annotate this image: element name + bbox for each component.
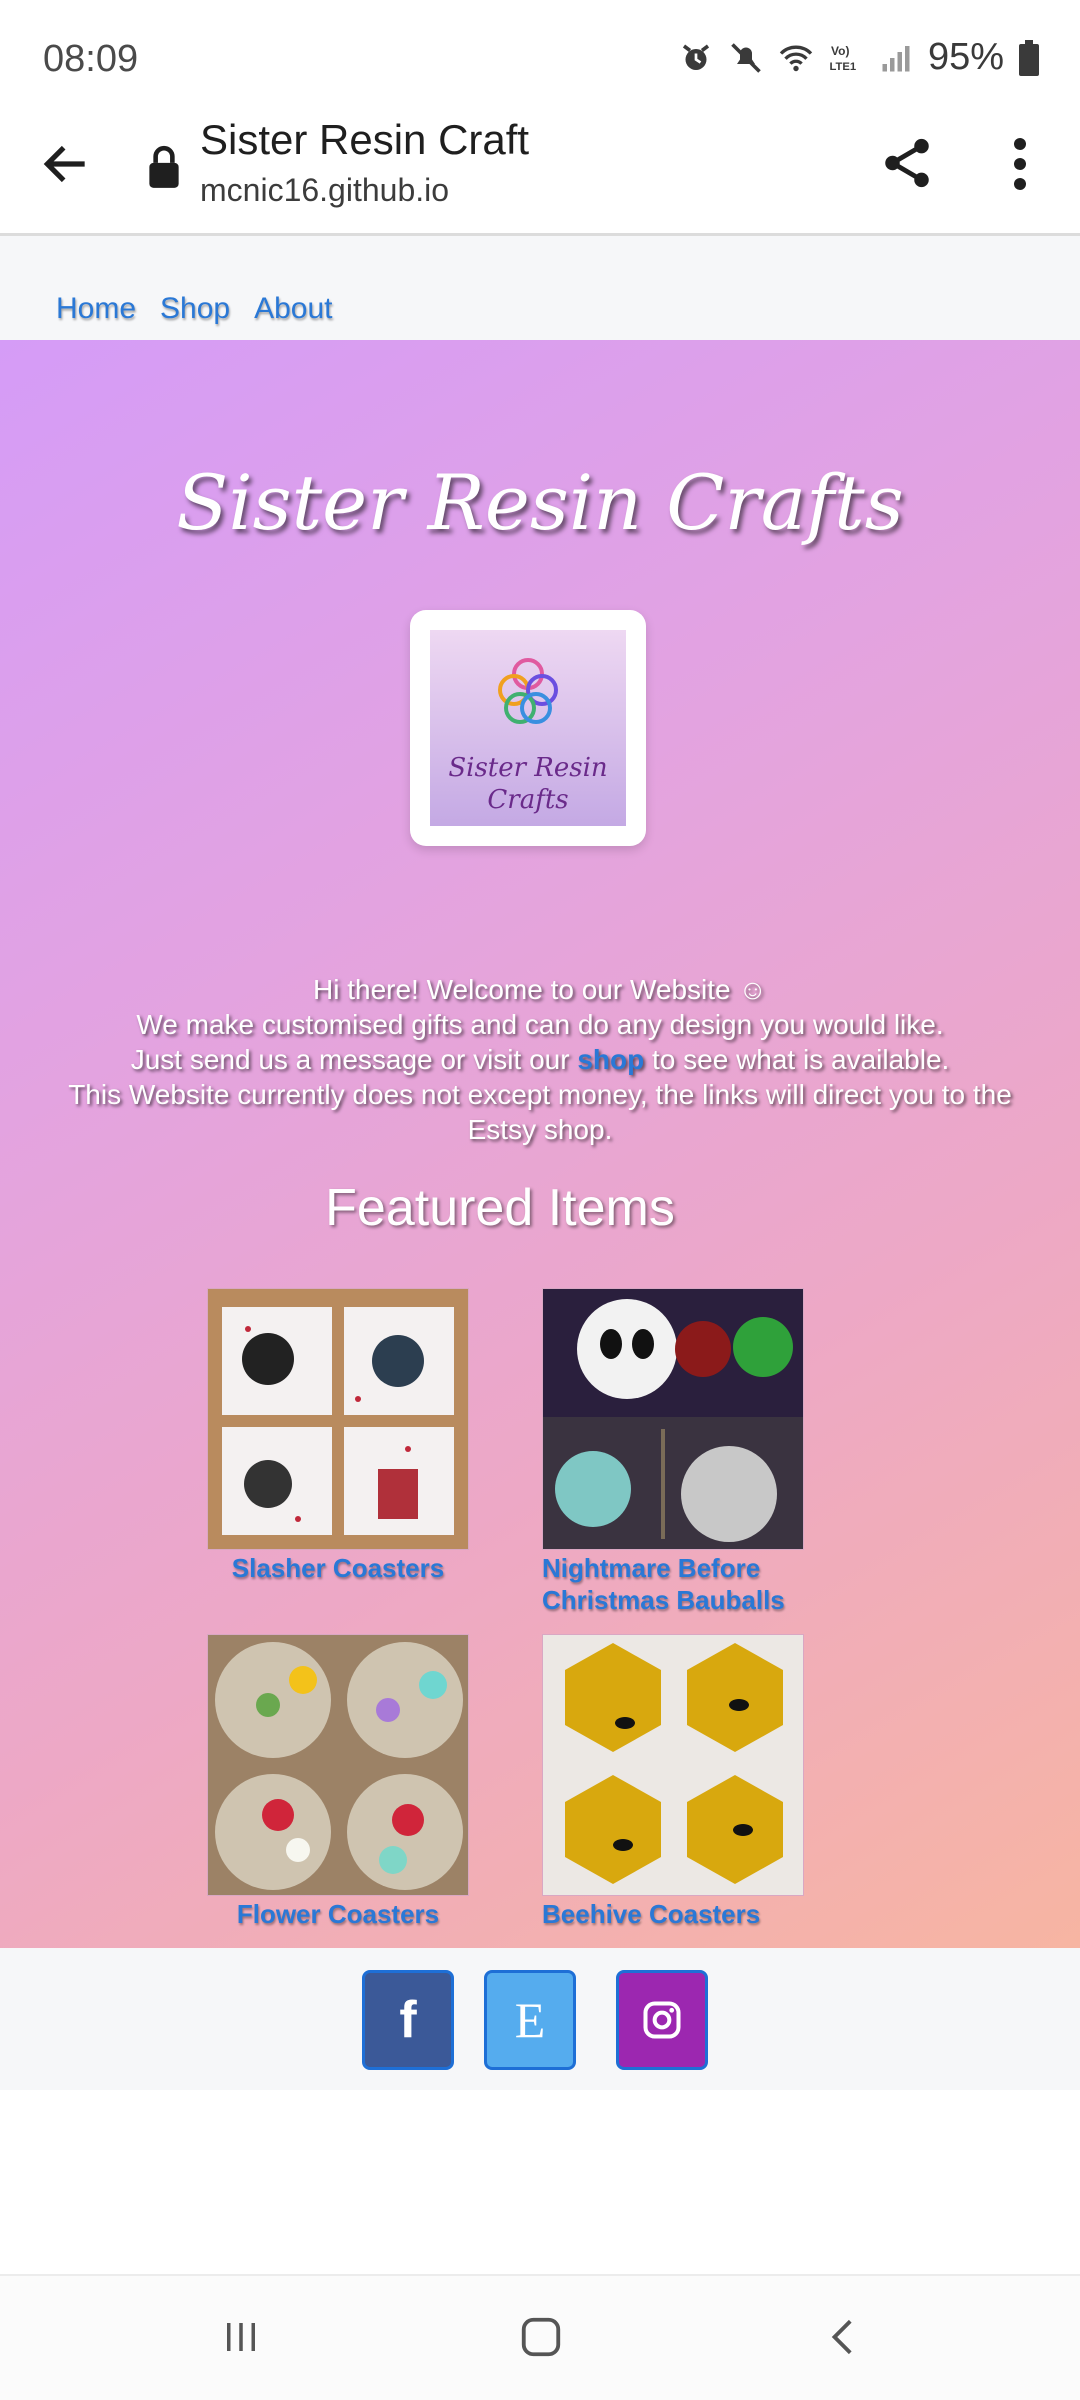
logo-text-line: Sister Resin <box>448 753 608 783</box>
welcome-line: We make customised gifts and can do any … <box>136 1009 944 1040</box>
welcome-note: This Website currently does not except m… <box>68 1079 1012 1145</box>
facebook-button[interactable]: f <box>362 1970 454 2070</box>
status-time: 08:09 <box>43 38 139 80</box>
featured-item[interactable]: Beehive Coasters <box>542 1634 804 1930</box>
system-nav-bar <box>0 2274 1080 2400</box>
nav-links: Home Shop About <box>56 292 333 326</box>
item-label[interactable]: Beehive Coasters <box>542 1898 804 1930</box>
slasher-coasters-image[interactable] <box>207 1288 469 1550</box>
item-label[interactable]: Slasher Coasters <box>207 1552 469 1584</box>
back-arrow-icon[interactable] <box>38 136 94 192</box>
svg-text:Vo): Vo) <box>831 44 849 58</box>
featured-item[interactable]: Nightmare Before Christmas Bauballs <box>542 1288 804 1616</box>
logo-image: Sister Resin Crafts <box>430 630 626 826</box>
volte-icon: Vo) LTE1 <box>829 44 856 73</box>
status-bar: 08:09 Vo) LTE1 95% <box>0 0 1080 110</box>
welcome-suffix: to see what is available. <box>652 1044 950 1075</box>
site-navbar: Home Shop About <box>0 236 1080 340</box>
welcome-line-shop: Just send us a message or visit our shop… <box>40 1042 1040 1077</box>
nightmare-baubles-image[interactable] <box>542 1288 804 1550</box>
shop-link[interactable]: shop <box>577 1044 644 1075</box>
battery-percent: 95% <box>927 36 1004 78</box>
more-options-icon[interactable] <box>1002 134 1038 194</box>
featured-heading: Featured Items <box>325 1179 675 1237</box>
home-icon[interactable] <box>518 2314 564 2360</box>
welcome-prefix: Just send us a message or visit our <box>130 1044 570 1075</box>
etsy-icon: E <box>514 1992 546 2048</box>
share-icon[interactable] <box>878 132 936 194</box>
browser-toolbar: Sister Resin Craft mcnic16.github.io <box>0 110 1080 236</box>
battery-icon <box>1019 39 1039 76</box>
welcome-text: Hi there! Welcome to our Website ☺ We ma… <box>40 972 1040 1147</box>
rings-logo-icon <box>498 658 558 724</box>
logo-text: Sister Resin Crafts <box>430 752 626 816</box>
svg-text:LTE1: LTE1 <box>829 61 856 73</box>
recent-apps-icon[interactable] <box>220 2316 262 2358</box>
logo-text-line: Crafts <box>487 785 569 815</box>
wifi-icon <box>779 45 813 71</box>
signal-icon <box>882 45 910 71</box>
etsy-button[interactable]: E <box>484 1970 576 2070</box>
facebook-icon: f <box>399 1991 417 2049</box>
nav-link-home[interactable]: Home <box>56 292 136 326</box>
url-host[interactable]: mcnic16.github.io <box>200 172 449 209</box>
page-title[interactable]: Sister Resin Craft <box>200 116 529 164</box>
lock-icon <box>149 145 179 188</box>
back-icon[interactable] <box>824 2314 866 2360</box>
mute-icon <box>731 42 761 73</box>
item-label[interactable]: Flower Coasters <box>207 1898 469 1930</box>
nav-link-about[interactable]: About <box>254 292 332 326</box>
hero-section: Sister Resin Crafts Sister Resin Crafts … <box>0 340 1080 1948</box>
logo-card: Sister Resin Crafts <box>410 610 646 846</box>
nav-link-shop[interactable]: Shop <box>160 292 230 326</box>
featured-item[interactable]: Flower Coasters <box>207 1634 469 1930</box>
instagram-button[interactable] <box>616 1970 708 2070</box>
hero-title: Sister Resin Crafts <box>176 458 904 547</box>
instagram-icon <box>643 2001 681 2039</box>
flower-coasters-image[interactable] <box>207 1634 469 1896</box>
featured-item[interactable]: Slasher Coasters <box>207 1288 469 1584</box>
welcome-line: Hi there! Welcome to our Website ☺ <box>313 974 767 1005</box>
item-label[interactable]: Nightmare Before Christmas Bauballs <box>542 1552 804 1616</box>
alarm-icon <box>682 44 710 70</box>
beehive-coasters-image[interactable] <box>542 1634 804 1896</box>
status-icons: Vo) LTE1 95% <box>678 36 1040 79</box>
social-footer: f E <box>0 1948 1080 2090</box>
